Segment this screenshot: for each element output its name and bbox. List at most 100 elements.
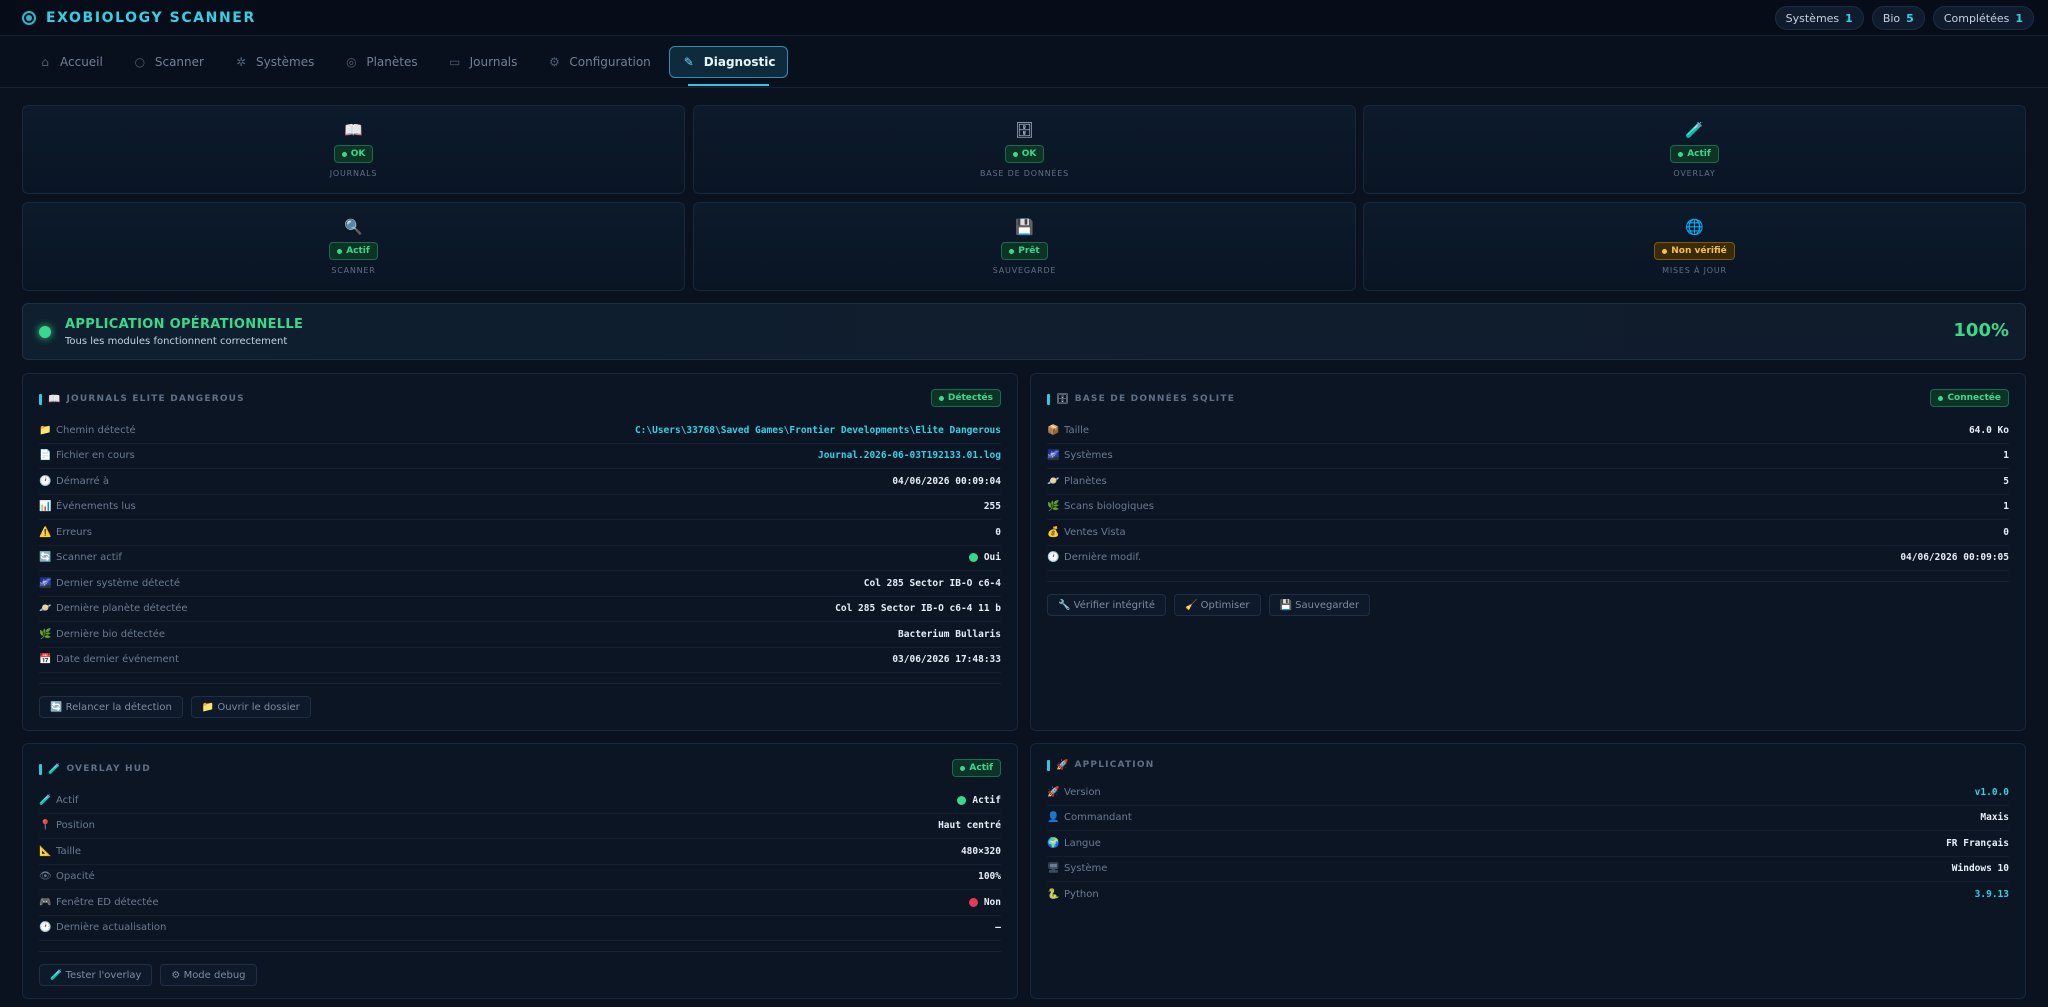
- info-row: 👤 Commandant Maxis: [1047, 806, 2009, 831]
- stat-label: Systèmes: [1785, 11, 1840, 25]
- planet-icon: 🪐: [1047, 475, 1060, 487]
- money-bag-icon: 💰: [1047, 526, 1060, 538]
- rerun-detection-button[interactable]: 🔄 Relancer la détection: [39, 696, 183, 718]
- gamepad-icon: 🎮: [39, 896, 52, 908]
- green-dot-icon: [968, 553, 978, 563]
- journals-rows: 📁 Chemin détecté C:\Users\33768\Saved Game…: [39, 418, 1001, 673]
- planet-icon: ◎: [346, 54, 357, 69]
- app-logo-icon: [22, 10, 36, 25]
- debug-mode-button[interactable]: ⚙ Mode debug: [160, 964, 257, 986]
- panel-title: OVERLAY HUD: [66, 764, 151, 774]
- info-row: 🌿 Scans biologiques 1: [1047, 495, 2009, 520]
- app-title: EXOBIOLOGY SCANNER: [46, 9, 256, 26]
- status-indicator-icon: [39, 325, 51, 338]
- tab-diagnostic[interactable]: ✎ Diagnostic: [668, 45, 789, 86]
- info-row: 🌿 Dernière bio détectée Bacterium Bullaris: [39, 622, 1001, 648]
- book-icon: 📖: [48, 393, 61, 405]
- info-row: 🔄 Scanner actif Oui: [39, 546, 1001, 571]
- gear-icon: ⚙: [549, 54, 560, 69]
- info-row: 🌍 Langue FR Français: [1047, 831, 2009, 857]
- status-card-scanner: 🔍 Actif SCANNER: [22, 202, 685, 291]
- app-logo: EXOBIOLOGY SCANNER: [22, 10, 256, 26]
- chart-icon: 📊: [39, 501, 52, 513]
- info-row: 📍 Position Haut centré: [39, 814, 1001, 839]
- status-badge: Actif: [329, 242, 378, 260]
- journal-file-link[interactable]: Journal.2026-06-03T192133.01.log: [818, 450, 1001, 461]
- application-panel: 🚀 APPLICATION 🚀 Version v1.0.0 👤 Commandant M…: [1030, 743, 2026, 999]
- status-card-journals: 📖 OK JOURNALS: [22, 105, 685, 194]
- rocket-icon: 🚀: [1056, 759, 1069, 771]
- status-badge: Prêt: [1001, 242, 1048, 260]
- tab-scanner[interactable]: ○ Scanner: [121, 46, 216, 78]
- database-rows: 📦 Taille 64.0 Ko 🌌 Systèmes 1 🪐 Planètes 5 🌿 Sc…: [1047, 418, 2009, 571]
- journal-path-link[interactable]: C:\Users\33768\Saved Games\Frontier Deve…: [635, 425, 1001, 436]
- optimize-button[interactable]: 🧹 Optimiser: [1173, 594, 1261, 616]
- tab-label: Journals: [469, 54, 518, 69]
- info-row: 🌌 Dernier système détecté Col 285 Sector I…: [39, 571, 1001, 597]
- info-row: 📦 Taille 64.0 Ko: [1047, 418, 2009, 444]
- tab-configuration[interactable]: ⚙ Configuration: [535, 46, 662, 78]
- tab-accueil[interactable]: ⌂ Accueil: [26, 46, 115, 78]
- refresh-icon: 🔄: [39, 552, 52, 564]
- card-label: JOURNALS: [329, 169, 378, 178]
- monitor-icon: 🖥: [1047, 863, 1060, 875]
- card-label: OVERLAY: [1673, 169, 1716, 178]
- status-badge: OK: [1004, 145, 1045, 163]
- info-row: 🕐 Dernière modif. 04/06/2026 00:09:05: [1047, 546, 2009, 571]
- info-row: 💰 Ventes Vista 0: [1047, 520, 2009, 546]
- tab-journals[interactable]: ▭ Journals: [436, 46, 530, 78]
- info-row: 🐍 Python 3.9.13: [1047, 889, 2009, 901]
- overlay-panel: 🧪 OVERLAY HUD Actif 🧪 Actif Actif 📍 Position…: [22, 743, 1018, 999]
- header-stats: Systèmes 1 Bio 5 Complétées 1: [1774, 6, 2034, 30]
- status-card-updates: 🌐 Non vérifié MISES À JOUR: [1363, 202, 2026, 291]
- test-tube-icon: 🧪: [48, 763, 61, 775]
- star-icon: ✲: [235, 54, 246, 69]
- test-tube-icon: 🧪: [39, 794, 52, 806]
- globe-icon: 🌐: [1685, 218, 1704, 236]
- magnifier-icon: 🔍: [344, 218, 363, 236]
- card-label: SCANNER: [331, 266, 376, 275]
- rocket-icon: 🚀: [1047, 786, 1060, 798]
- tab-label: Accueil: [60, 54, 103, 69]
- info-row: ⚠️ Erreurs 0: [39, 520, 1001, 546]
- stat-value: 5: [1906, 11, 1914, 25]
- home-icon: ⌂: [41, 54, 49, 69]
- stat-bio-pill: Bio 5: [1871, 6, 1925, 30]
- stat-completed-pill: Complétées 1: [1932, 6, 2034, 30]
- operational-banner: APPLICATION OPÉRATIONNELLE Tous les modu…: [22, 303, 2026, 360]
- open-folder-button[interactable]: 📁 Ouvrir le dossier: [190, 696, 311, 718]
- test-overlay-button[interactable]: 🧪 Tester l'overlay: [39, 964, 153, 986]
- document-icon: ▭: [448, 54, 461, 69]
- info-row: 🕐 Dernière actualisation —: [39, 916, 1001, 941]
- eye-icon: 👁: [39, 871, 52, 883]
- info-row: 👁 Opacité 100%: [39, 865, 1001, 890]
- banner-subtitle: Tous les modules fonctionnent correcteme…: [65, 335, 288, 347]
- clock-icon: 🕐: [1047, 552, 1060, 564]
- stat-value: 1: [2015, 11, 2023, 25]
- tab-systemes[interactable]: ✲ Systèmes: [222, 46, 326, 78]
- info-row: 🕐 Démarré à 04/06/2026 00:09:04: [39, 469, 1001, 495]
- panel-title: BASE DE DONNÉES SQLITE: [1074, 394, 1236, 404]
- file-icon: 📄: [39, 450, 52, 462]
- verify-integrity-button[interactable]: 🔧 Vérifier intégrité: [1047, 594, 1166, 616]
- stat-label: Complétées: [1943, 11, 2010, 25]
- status-card-database: 🗄 OK BASE DE DONNÉES: [693, 105, 1356, 194]
- info-row: 🚀 Version v1.0.0: [1047, 780, 2009, 806]
- python-icon: 🐍: [1047, 889, 1060, 901]
- wrench-icon: ✎: [683, 54, 694, 69]
- info-row: 📐 Taille 480×320: [39, 839, 1001, 865]
- test-tube-icon: 🧪: [1685, 121, 1704, 139]
- backup-button[interactable]: 💾 Sauvegarder: [1268, 594, 1371, 616]
- info-row: 🖥 Système Windows 10: [1047, 857, 2009, 882]
- info-row: 🪐 Planètes 5: [1047, 469, 2009, 495]
- panel-title: APPLICATION: [1074, 760, 1155, 770]
- info-row: 🪐 Dernière planète détectée Col 285 Sector…: [39, 597, 1001, 622]
- tab-bar: ⌂ Accueil ○ Scanner ✲ Systèmes ◎ Planètes ▭ J…: [0, 36, 2048, 88]
- banner-title: APPLICATION OPÉRATIONNELLE: [65, 316, 304, 332]
- tab-label: Systèmes: [255, 54, 315, 69]
- database-icon: 🗄: [1014, 121, 1035, 139]
- health-percent: 100%: [1953, 320, 2009, 341]
- database-icon: 🗄: [1056, 393, 1069, 405]
- galaxy-icon: 🌌: [1047, 450, 1060, 462]
- tab-planetes[interactable]: ◎ Planètes: [332, 46, 429, 78]
